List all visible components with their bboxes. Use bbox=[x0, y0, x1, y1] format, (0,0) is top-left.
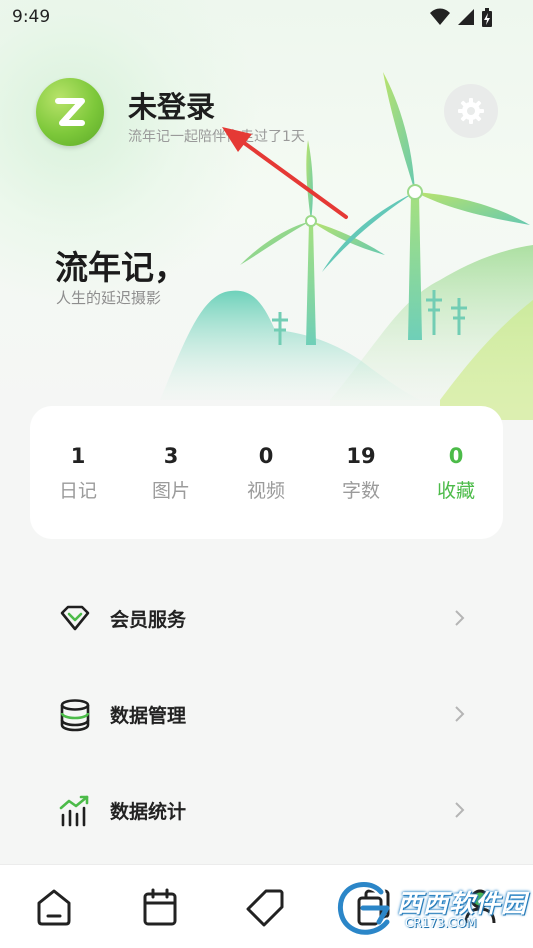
stat-value: 1 bbox=[70, 444, 86, 468]
stat-favorites[interactable]: 0 收藏 bbox=[416, 444, 496, 503]
home-icon[interactable] bbox=[32, 885, 76, 929]
stat-label: 视频 bbox=[246, 480, 285, 502]
stat-value: 3 bbox=[163, 444, 179, 468]
stat-videos[interactable]: 0 视频 bbox=[226, 444, 306, 503]
chevron-right-icon bbox=[455, 610, 465, 626]
stat-value: 0 bbox=[258, 444, 274, 468]
stat-words[interactable]: 19 字数 bbox=[321, 444, 401, 503]
diamond-icon bbox=[60, 605, 90, 631]
chart-icon bbox=[59, 795, 89, 827]
menu-item-data-management[interactable]: 数据管理 bbox=[0, 674, 533, 754]
stat-label: 字数 bbox=[341, 480, 380, 502]
annotation-arrow bbox=[222, 127, 348, 219]
stat-value: 0 bbox=[448, 444, 464, 468]
stat-label: 收藏 bbox=[436, 480, 475, 502]
tag-icon[interactable] bbox=[244, 885, 288, 929]
menu-label: 数据管理 bbox=[110, 705, 187, 727]
menu-item-membership[interactable]: 会员服务 bbox=[0, 578, 533, 658]
stat-value: 19 bbox=[346, 444, 376, 468]
calendar-icon[interactable] bbox=[138, 885, 182, 929]
watermark-url: CR173.COM bbox=[405, 916, 477, 930]
menu-label: 数据统计 bbox=[110, 801, 187, 823]
chevron-right-icon bbox=[455, 706, 465, 722]
stat-images[interactable]: 3 图片 bbox=[131, 444, 211, 503]
watermark: 西西软件园 CR173.COM bbox=[333, 876, 526, 938]
menu-item-statistics[interactable]: 数据统计 bbox=[0, 770, 533, 850]
stat-diary[interactable]: 1 日记 bbox=[38, 444, 118, 503]
database-icon bbox=[60, 699, 90, 732]
watermark-logo-icon bbox=[335, 880, 392, 937]
stat-label: 图片 bbox=[151, 480, 190, 502]
chevron-right-icon bbox=[455, 802, 465, 818]
watermark-text: 西西软件园 bbox=[397, 889, 528, 918]
stat-label: 日记 bbox=[58, 480, 97, 502]
stats-card: 1 日记 3 图片 0 视频 19 字数 0 收藏 bbox=[30, 406, 503, 539]
menu-label: 会员服务 bbox=[110, 609, 187, 631]
